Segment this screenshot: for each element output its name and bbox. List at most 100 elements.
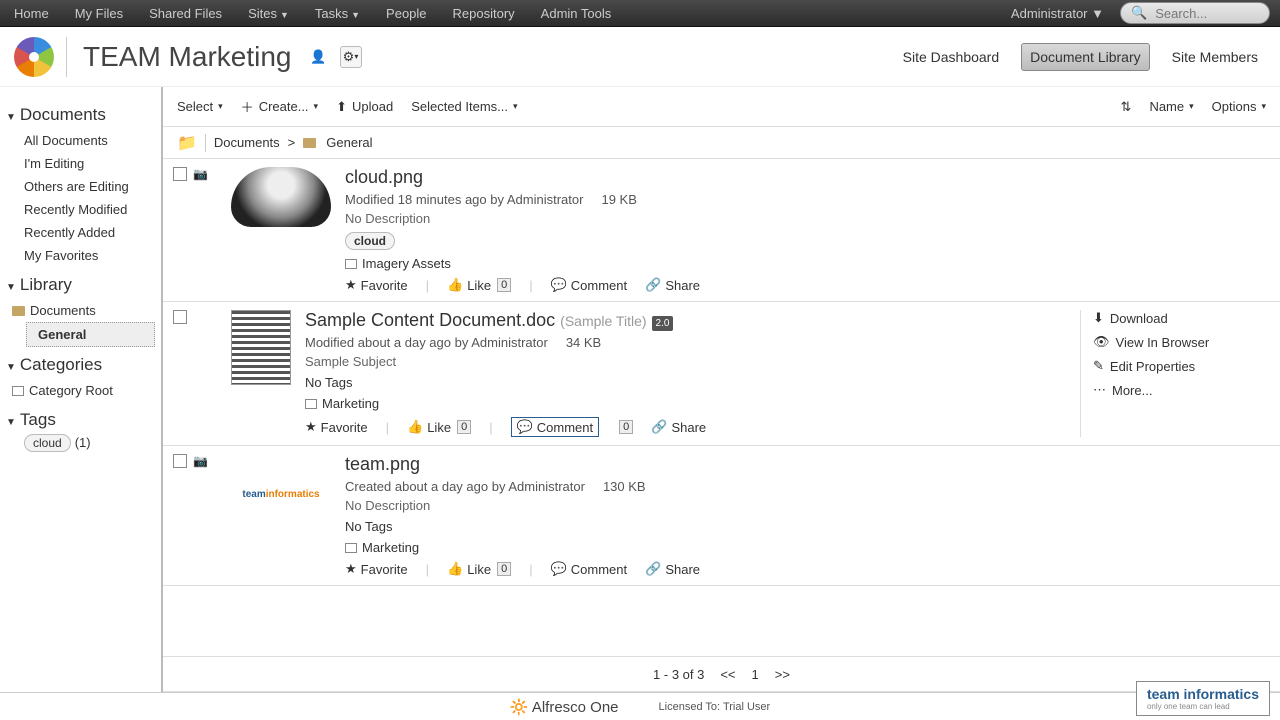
sidebar-item-im-editing[interactable]: I'm Editing — [24, 152, 155, 175]
thumbs-up-icon: 👍 — [447, 561, 463, 577]
tag-count: (1) — [75, 435, 91, 450]
alfresco-logo-icon[interactable] — [14, 37, 54, 77]
row-checkbox[interactable] — [173, 454, 187, 468]
like-action[interactable]: 👍Like0 — [447, 277, 511, 293]
document-category[interactable]: Imagery Assets — [362, 256, 451, 271]
document-subtitle: (Sample Title) — [560, 313, 646, 329]
folder-icon — [303, 138, 316, 148]
like-count: 0 — [457, 420, 471, 434]
view-in-browser-action[interactable]: 👁View In Browser — [1093, 334, 1270, 350]
sidebar-section-categories[interactable]: ▼Categories — [6, 355, 155, 375]
top-nav: Home My Files Shared Files Sites▼ Tasks▼… — [10, 3, 615, 24]
nav-repository[interactable]: Repository — [449, 3, 519, 24]
nav-site-dashboard[interactable]: Site Dashboard — [895, 44, 1008, 70]
share-icon: 🔗 — [651, 419, 667, 435]
sidebar-item-recently-modified[interactable]: Recently Modified — [24, 198, 155, 221]
breadcrumb-current: General — [326, 135, 372, 150]
document-category[interactable]: Marketing — [362, 540, 419, 555]
sidebar-item-my-favorites[interactable]: My Favorites — [24, 244, 155, 267]
nav-home[interactable]: Home — [10, 3, 53, 24]
share-action[interactable]: 🔗Share — [645, 277, 700, 293]
nav-admintools[interactable]: Admin Tools — [537, 3, 616, 24]
no-tags: No Tags — [345, 519, 392, 534]
nav-document-library[interactable]: Document Library — [1021, 43, 1150, 71]
user-menu[interactable]: Administrator ▼ — [1005, 3, 1110, 24]
document-row[interactable]: 📷 cloud.png Modified 18 minutes ago by A… — [163, 159, 1280, 302]
sidebar-section-library[interactable]: ▼Library — [6, 275, 155, 295]
document-meta: Created about a day ago by Administrator — [345, 479, 585, 494]
comment-action[interactable]: 💬Comment — [511, 417, 600, 437]
camera-icon[interactable]: 📷 — [193, 167, 209, 293]
comment-action[interactable]: 💬Comment — [551, 561, 628, 577]
team-informatics-badge: team informatics only one team can lead — [1136, 681, 1270, 716]
favorite-action[interactable]: ★Favorite — [305, 419, 368, 435]
site-title: TEAM Marketing — [83, 41, 292, 73]
sidebar-item-recently-added[interactable]: Recently Added — [24, 221, 155, 244]
download-action[interactable]: ⬇Download — [1093, 310, 1270, 326]
select-menu[interactable]: Select▾ — [177, 99, 223, 114]
edit-properties-action[interactable]: ✎Edit Properties — [1093, 358, 1270, 374]
divider — [205, 134, 206, 152]
like-action[interactable]: 👍Like0 — [407, 419, 471, 435]
document-category[interactable]: Marketing — [322, 396, 379, 411]
eye-icon: 👁 — [1093, 334, 1110, 350]
tag[interactable]: cloud — [345, 232, 395, 250]
pager-prev[interactable]: << — [720, 667, 735, 682]
nav-sharedfiles[interactable]: Shared Files — [145, 3, 226, 24]
search-icon: 🔍 — [1131, 5, 1147, 21]
share-action[interactable]: 🔗Share — [645, 561, 700, 577]
sidebar-section-tags[interactable]: ▼Tags — [6, 410, 155, 430]
document-meta: Modified about a day ago by Administrato… — [305, 335, 548, 350]
document-title[interactable]: cloud.png — [345, 167, 423, 187]
thumbs-up-icon: 👍 — [407, 419, 423, 435]
tag-cloud[interactable]: cloud — [24, 434, 71, 452]
document-title[interactable]: Sample Content Document.doc — [305, 310, 555, 330]
selected-items-menu[interactable]: Selected Items...▾ — [411, 99, 517, 114]
divider — [66, 37, 67, 77]
thumbnail[interactable] — [231, 167, 331, 227]
create-menu[interactable]: ＋Create...▾ — [241, 97, 318, 116]
plus-icon: ＋ — [241, 97, 254, 116]
sidebar-item-others-editing[interactable]: Others are Editing — [24, 175, 155, 198]
category-root[interactable]: Category Root — [6, 379, 155, 402]
document-title[interactable]: team.png — [345, 454, 420, 474]
sidebar-section-documents[interactable]: ▼Documents — [6, 105, 155, 125]
download-icon: ⬇ — [1093, 310, 1104, 326]
sidebar-item-all-documents[interactable]: All Documents — [24, 129, 155, 152]
library-root-documents[interactable]: Documents — [6, 299, 155, 322]
sort-menu[interactable]: Name▾ — [1149, 99, 1193, 114]
nav-sites[interactable]: Sites▼ — [244, 3, 293, 24]
upload-button[interactable]: ⬆Upload — [336, 99, 393, 115]
options-menu[interactable]: Options▾ — [1212, 99, 1266, 114]
library-folder-general[interactable]: General — [26, 322, 155, 347]
favorite-action[interactable]: ★Favorite — [345, 561, 408, 577]
nav-tasks[interactable]: Tasks▼ — [311, 3, 364, 24]
thumbnail[interactable]: team informatics — [231, 454, 331, 534]
document-description: Sample Subject — [305, 354, 1070, 369]
row-checkbox[interactable] — [173, 310, 187, 324]
like-action[interactable]: 👍Like0 — [447, 561, 511, 577]
nav-site-members[interactable]: Site Members — [1164, 44, 1266, 70]
document-row[interactable]: 📷 team informatics team.png Created abou… — [163, 446, 1280, 586]
invite-user-icon[interactable]: 👤 — [308, 46, 330, 68]
favorite-action[interactable]: ★Favorite — [345, 277, 408, 293]
site-settings-icon[interactable]: ⚙▾ — [340, 46, 362, 68]
document-row[interactable]: Sample Content Document.doc (Sample Titl… — [163, 302, 1280, 446]
breadcrumb-root[interactable]: Documents — [214, 135, 280, 150]
row-checkbox[interactable] — [173, 167, 187, 181]
camera-icon[interactable]: 📷 — [193, 454, 209, 577]
comment-icon: 💬 — [551, 277, 567, 293]
more-action[interactable]: ⋯More... — [1093, 382, 1270, 398]
comment-action[interactable]: 💬Comment — [551, 277, 628, 293]
sort-toggle-icon[interactable]: ⇅ — [1121, 99, 1132, 115]
thumbnail[interactable] — [231, 310, 291, 385]
share-action[interactable]: 🔗Share — [651, 419, 706, 435]
folder-up-icon[interactable]: 📁 — [177, 133, 197, 153]
no-tags: No Tags — [305, 375, 352, 390]
nav-people[interactable]: People — [382, 3, 430, 24]
pager-page[interactable]: 1 — [752, 667, 759, 682]
star-icon: ★ — [345, 561, 357, 577]
pager-next[interactable]: >> — [775, 667, 790, 682]
search-input[interactable]: 🔍 Search... — [1120, 2, 1270, 24]
nav-myfiles[interactable]: My Files — [71, 3, 127, 24]
